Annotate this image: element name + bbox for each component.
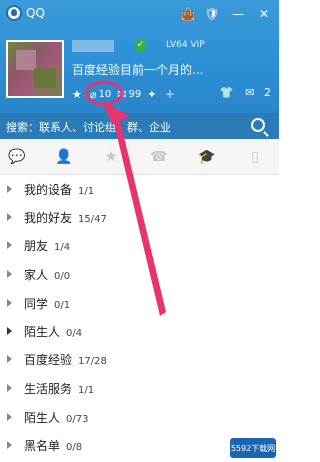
group-count: 15/47 bbox=[78, 213, 107, 225]
tab-favorites[interactable]: ★ bbox=[100, 147, 122, 167]
group-count: 1/1 bbox=[78, 384, 95, 396]
main-tabs: 💬 👤 ★ ☎ 🎓 ▯ bbox=[0, 139, 279, 175]
title-bar: QQ 👜 🛡 — ✕ bbox=[0, 0, 279, 28]
tab-messages[interactable]: 💬 bbox=[6, 147, 28, 167]
group-name: 陌生人 bbox=[24, 324, 61, 339]
search-bar[interactable]: 搜索：联系人、讨论组、群、企业 bbox=[0, 113, 279, 139]
game-button[interactable]: ✦ bbox=[147, 88, 158, 101]
group-name: 家人 bbox=[24, 267, 49, 282]
search-placeholder: 搜索：联系人、讨论组、群、企业 bbox=[6, 121, 171, 134]
group-row[interactable]: 陌生人 0/73 bbox=[0, 404, 279, 430]
group-name: 陌生人 bbox=[24, 410, 61, 425]
group-count: 0/8 bbox=[66, 441, 83, 453]
expand-caret-icon bbox=[7, 413, 12, 421]
messages-icon: ✉ bbox=[245, 86, 255, 99]
mail-button[interactable]: ✉ 99 bbox=[117, 88, 141, 101]
group-name: 朋友 bbox=[24, 238, 49, 253]
game-icon: ✦ bbox=[147, 87, 157, 101]
group-count: 0/0 bbox=[54, 270, 71, 282]
expand-caret-icon bbox=[7, 270, 12, 278]
signature-text[interactable]: 百度经验目前一个月的... bbox=[72, 61, 203, 78]
watermark-logo: 5592下载网 bbox=[230, 438, 276, 458]
group-count: 1/4 bbox=[54, 241, 71, 253]
shirt-icon[interactable]: 👕 bbox=[220, 86, 234, 99]
level-badge[interactable]: LV64 VIP bbox=[166, 40, 205, 50]
expand-caret-icon bbox=[7, 355, 12, 363]
status-row: ★ ⌀ 10 ✉ 99 ✦ ＋ bbox=[72, 86, 183, 102]
group-row[interactable]: 陌生人 0/4 bbox=[0, 318, 279, 344]
right-status-icons: 👕 ✉ 2 bbox=[214, 86, 271, 99]
group-row[interactable]: 我的好友 15/47 bbox=[0, 204, 279, 230]
bag-icon[interactable]: 👜 bbox=[180, 6, 196, 22]
group-count: 1/1 bbox=[78, 185, 95, 197]
online-status-icon[interactable]: ✓ bbox=[135, 40, 146, 51]
avatar[interactable] bbox=[6, 40, 64, 98]
group-name: 黑名单 bbox=[24, 438, 61, 453]
profile-header: QQ 👜 🛡 — ✕ ✓ LV64 VIP 百度经验目前一个月的... ★ ⌀ 1… bbox=[0, 0, 279, 113]
star-icon: ★ bbox=[72, 87, 82, 101]
group-name: 同学 bbox=[24, 296, 49, 311]
group-name: 我的设备 bbox=[24, 182, 73, 197]
messages-button[interactable]: ✉ 2 bbox=[239, 86, 271, 99]
group-count: 17/28 bbox=[78, 355, 107, 367]
shield-icon[interactable]: 🛡 bbox=[204, 6, 220, 22]
plus-button[interactable]: ＋ bbox=[164, 86, 177, 102]
group-count: 0/1 bbox=[54, 299, 71, 311]
mail-icon: ✉ bbox=[117, 87, 127, 101]
group-row[interactable]: 百度经验 17/28 bbox=[0, 346, 279, 372]
group-row[interactable]: 我的设备 1/1 bbox=[0, 176, 279, 202]
group-row[interactable]: 朋友 1/4 bbox=[0, 232, 279, 258]
expand-caret-icon bbox=[7, 441, 12, 449]
minimize-icon[interactable]: — bbox=[230, 6, 246, 22]
app-title: QQ bbox=[26, 6, 45, 20]
expand-caret-icon bbox=[7, 384, 12, 392]
tab-contacts[interactable]: 👤 bbox=[53, 147, 75, 167]
group-row[interactable]: 同学 0/1 bbox=[0, 290, 279, 316]
tab-mobile[interactable]: ▯ bbox=[244, 147, 266, 167]
group-row[interactable]: 生活服务 1/1 bbox=[0, 375, 279, 401]
expand-caret-icon bbox=[7, 213, 12, 221]
close-icon[interactable]: ✕ bbox=[256, 6, 272, 22]
group-count: 0/73 bbox=[66, 413, 89, 425]
plus-icon: ＋ bbox=[164, 88, 176, 101]
expand-caret-icon bbox=[7, 185, 12, 193]
group-name: 百度经验 bbox=[24, 352, 73, 367]
expand-caret-icon bbox=[7, 241, 12, 249]
tab-calls[interactable]: ☎ bbox=[148, 147, 170, 167]
nickname-blurred bbox=[72, 40, 114, 52]
group-count: 0/4 bbox=[66, 327, 83, 339]
qzone-button[interactable]: ⌀ 10 bbox=[90, 88, 111, 101]
expand-caret-icon bbox=[7, 299, 12, 307]
qq-logo-icon bbox=[6, 5, 22, 21]
tab-education[interactable]: 🎓 bbox=[196, 147, 218, 167]
qzone-icon: ⌀ bbox=[89, 87, 97, 101]
group-row[interactable]: 家人 0/0 bbox=[0, 261, 279, 287]
expand-caret-icon bbox=[7, 327, 12, 335]
group-name: 我的好友 bbox=[24, 210, 73, 225]
search-icon[interactable] bbox=[251, 118, 265, 132]
group-name: 生活服务 bbox=[24, 381, 73, 396]
star-button[interactable]: ★ bbox=[72, 88, 84, 101]
